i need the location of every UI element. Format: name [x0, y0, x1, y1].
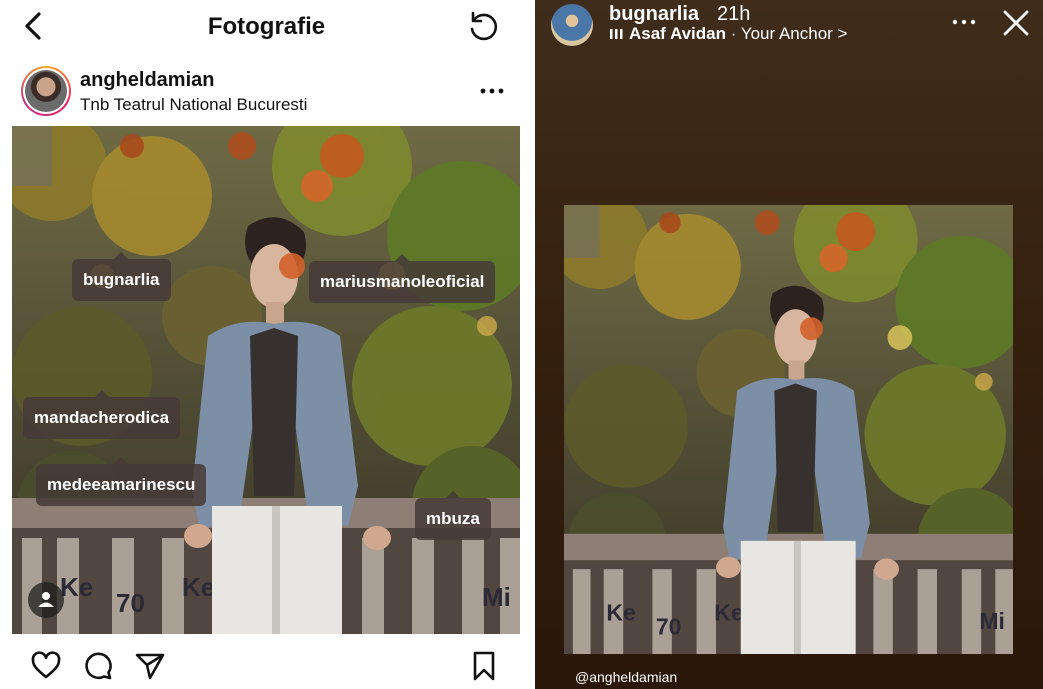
user-tag[interactable]: mbuza — [415, 491, 491, 540]
graffiti-text: Ke — [60, 572, 93, 602]
page-title: Fotografie — [207, 13, 326, 40]
post-view-panel: Fotografie angheldamian Tnb Teatrul Nati… — [0, 0, 533, 689]
person-tag-icon[interactable] — [28, 582, 64, 618]
author-avatar[interactable] — [21, 66, 71, 116]
post-action-bar — [0, 640, 533, 689]
more-options-icon[interactable] — [951, 16, 977, 28]
graffiti-text: Ke — [606, 599, 635, 625]
heart-icon[interactable] — [30, 650, 62, 682]
graffiti-text: Ke — [182, 572, 215, 602]
more-options-icon[interactable] — [478, 84, 506, 98]
post-photo[interactable]: Ke 70 Ke Mi bugnarlia mariusmanoleoficia… — [12, 126, 520, 634]
screenshot-root: Fotografie angheldamian Tnb Teatrul Nati… — [0, 0, 1043, 689]
chevron-right-icon: > — [837, 24, 848, 43]
post-header: angheldamian Tnb Teatrul National Bucure… — [0, 62, 533, 122]
close-icon[interactable] — [1001, 8, 1031, 38]
post-location[interactable]: Tnb Teatrul National Bucuresti — [80, 95, 307, 115]
user-tag[interactable]: mandacherodica — [23, 390, 181, 439]
story-shared-post[interactable]: Ke 70 Ke Mi — [564, 205, 1013, 654]
mention-label[interactable]: @angheldamian — [575, 669, 677, 685]
comment-icon[interactable] — [82, 650, 114, 682]
bookmark-icon[interactable] — [468, 650, 500, 682]
user-tag[interactable]: mariusmanoleoficial — [309, 254, 496, 303]
graffiti-text: Mi — [482, 582, 511, 612]
post-photo-image: Ke 70 Ke Mi — [12, 126, 520, 634]
graffiti-text: 70 — [116, 588, 145, 618]
music-song: · Your Anchor — [730, 24, 833, 43]
story-music-sticker[interactable]: Asaf Avidan · Your Anchor > — [609, 24, 847, 44]
story-view-panel: bugnarlia 21h Asaf Avidan · Your Anchor … — [535, 0, 1043, 689]
send-icon[interactable] — [134, 650, 166, 682]
story-username[interactable]: bugnarlia — [609, 3, 699, 26]
music-artist: Asaf Avidan — [629, 24, 726, 43]
top-bar: Fotografie — [0, 0, 533, 56]
graffiti-text: Ke — [714, 599, 743, 625]
user-tag[interactable]: bugnarlia — [72, 252, 171, 301]
author-username[interactable]: angheldamian — [80, 69, 214, 92]
music-bars-icon — [610, 29, 623, 39]
refresh-icon[interactable] — [466, 10, 500, 44]
graffiti-text: Mi — [979, 608, 1005, 634]
story-photo-image: Ke 70 Ke Mi — [564, 205, 1013, 654]
story-avatar[interactable] — [551, 4, 593, 46]
user-tag[interactable]: medeeamarinescu — [36, 457, 207, 506]
story-timestamp: 21h — [717, 3, 751, 25]
graffiti-text: 70 — [656, 614, 682, 640]
